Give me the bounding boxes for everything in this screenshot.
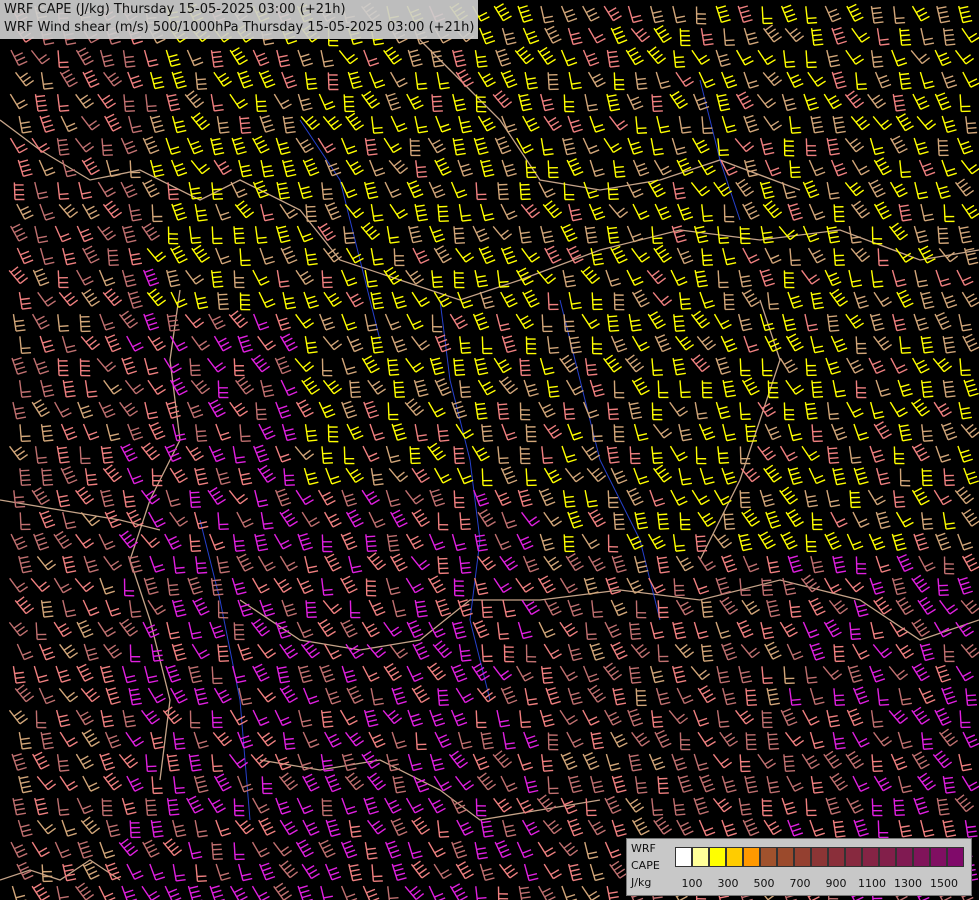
legend-swatch xyxy=(675,847,692,867)
legend-tick-label: 500 xyxy=(753,877,775,890)
legend-label-wrf: WRF xyxy=(631,842,656,855)
legend-swatch xyxy=(913,847,930,867)
legend-swatch xyxy=(879,847,896,867)
legend-label-cape: CAPE xyxy=(631,859,660,872)
wind-shear-title: WRF Wind shear (m/s) 500/1000hPa Thursda… xyxy=(4,20,475,35)
legend-swatch xyxy=(777,847,794,867)
legend-swatch xyxy=(828,847,845,867)
legend-swatch xyxy=(930,847,947,867)
legend-label-unit: J/kg xyxy=(631,876,652,889)
legend-swatch xyxy=(896,847,913,867)
cape-title: WRF CAPE (J/kg) Thursday 15-05-2025 03:0… xyxy=(4,2,346,17)
legend-swatch xyxy=(760,847,777,867)
legend-swatch xyxy=(692,847,709,867)
legend-swatch xyxy=(845,847,862,867)
legend-swatch xyxy=(947,847,964,867)
legend-swatch xyxy=(794,847,811,867)
legend-tick-label: 1300 xyxy=(894,877,922,890)
map-title-box: WRF CAPE (J/kg) Thursday 15-05-2025 03:0… xyxy=(0,0,479,39)
legend-tick-label: 1100 xyxy=(858,877,886,890)
legend-swatch xyxy=(726,847,743,867)
cape-legend: WRF CAPE J/kg 100 300 500 700 900 1100 1300 150… xyxy=(626,838,972,896)
legend-swatch xyxy=(743,847,760,867)
legend-tick-label: 700 xyxy=(789,877,811,890)
legend-tick-label: 1500 xyxy=(930,877,958,890)
wind-shear-map xyxy=(0,0,979,900)
legend-tick-label: 900 xyxy=(825,877,847,890)
legend-swatch xyxy=(709,847,726,867)
legend-tick-label: 300 xyxy=(717,877,739,890)
legend-swatch xyxy=(811,847,828,867)
legend-tick-label: 100 xyxy=(681,877,703,890)
legend-swatch xyxy=(862,847,879,867)
